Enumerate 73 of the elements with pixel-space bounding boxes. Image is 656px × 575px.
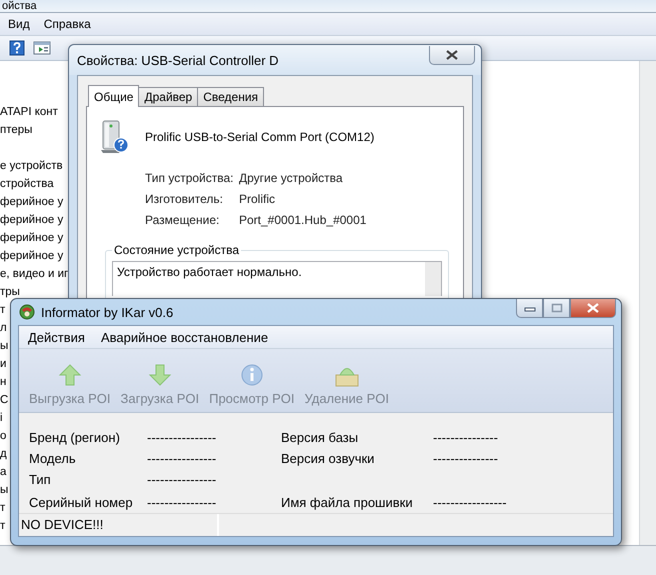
tree-item[interactable]: i [0, 409, 3, 427]
status-text: NO DEVICE!!! [19, 514, 219, 536]
tree-item[interactable]: C [0, 391, 8, 409]
help-icon[interactable] [9, 40, 25, 56]
property-label: Изготовитель: [145, 192, 224, 207]
info-value: ----------------- [433, 495, 507, 510]
info-value: --------------- [433, 430, 498, 445]
close-icon [445, 50, 459, 60]
device-name: Prolific USB-to-Serial Comm Port (COM12) [145, 130, 374, 144]
info-value: ---------------- [147, 451, 216, 466]
app-icon [19, 304, 35, 320]
info-label: Серийный номер [29, 495, 134, 510]
tree-item[interactable]: л [0, 319, 7, 337]
info-value: ---------------- [147, 472, 216, 487]
tree-item[interactable]: д [0, 445, 7, 463]
tree-item[interactable]: т [0, 499, 6, 517]
maximize-button[interactable] [543, 299, 570, 318]
up-arrow-icon [58, 363, 82, 387]
property-value: Prolific [239, 192, 276, 207]
menu-item[interactable]: Вид [8, 17, 30, 31]
tree-item[interactable]: о [0, 427, 6, 445]
property-value: Другие устройства [239, 171, 343, 186]
info-label: Тип [29, 472, 52, 487]
info-label: Модель [29, 451, 77, 466]
status-text: Устройство работает нормально. [117, 265, 302, 279]
menu-item[interactable]: Действия [28, 330, 85, 344]
property-value: Port_#0001.Hub_#0001 [239, 213, 366, 228]
close-button[interactable] [570, 299, 616, 318]
down-arrow-icon [148, 363, 172, 387]
tree-item[interactable]: е, видео и иг [0, 265, 68, 283]
info-value: ---------------- [147, 495, 216, 510]
scrollbar[interactable] [425, 262, 441, 296]
menu-item[interactable]: Аварийное восстановление [100, 330, 268, 344]
tree-item[interactable]: птеры [0, 121, 32, 139]
tree-item[interactable]: ы [0, 337, 8, 355]
dialog-title: Свойства: USB-Serial Controller D [77, 52, 279, 68]
status-text-area[interactable]: Устройство работает нормально. [112, 261, 442, 296]
tree-item[interactable]: ферийное у [0, 211, 64, 229]
info-label: Версия озвучки [281, 451, 376, 466]
tree-item[interactable]: и [0, 355, 6, 373]
minimize-button[interactable] [516, 299, 543, 318]
group-title: Состояние устройства [112, 243, 242, 257]
info-value: --------------- [433, 451, 498, 466]
maximize-icon [550, 303, 562, 313]
info-label: Имя файла прошивки [281, 495, 414, 510]
tab[interactable]: Сведения [197, 87, 264, 106]
tab[interactable]: Общие [88, 85, 140, 107]
tree-item[interactable]: т [0, 517, 6, 535]
tree-item[interactable]: н [0, 373, 6, 391]
window-title: Informator by IKar v0.6 [41, 304, 174, 320]
scrollbar[interactable] [639, 61, 656, 545]
tree-item[interactable]: ATAPI конт [0, 103, 58, 121]
menu-item[interactable]: Справка [44, 17, 91, 31]
property-label: Тип устройства: [145, 171, 234, 186]
tree-item[interactable]: ферийное у [0, 193, 64, 211]
tab[interactable]: Драйвер [138, 87, 198, 106]
tree-item[interactable]: ферийное у [0, 247, 64, 265]
close-icon [586, 303, 600, 313]
tree-item[interactable]: ы [0, 481, 8, 499]
property-label: Размещение: [145, 213, 220, 228]
tree-item[interactable]: а [0, 463, 6, 481]
info-value: ---------------- [147, 430, 216, 445]
info-label: Версия базы [281, 430, 360, 445]
window-title: ойства [2, 1, 37, 12]
console-icon[interactable] [33, 40, 51, 56]
tree-item[interactable]: т [0, 301, 6, 319]
tree-item[interactable]: ферийное у [0, 229, 64, 247]
tree-item[interactable]: тры [0, 283, 20, 301]
close-button[interactable] [429, 46, 475, 65]
info-label: Бренд (регион) [29, 430, 121, 445]
info-icon [240, 363, 264, 387]
tree-item[interactable]: стройства [0, 175, 54, 193]
tree-item[interactable]: е устройств [0, 157, 63, 175]
